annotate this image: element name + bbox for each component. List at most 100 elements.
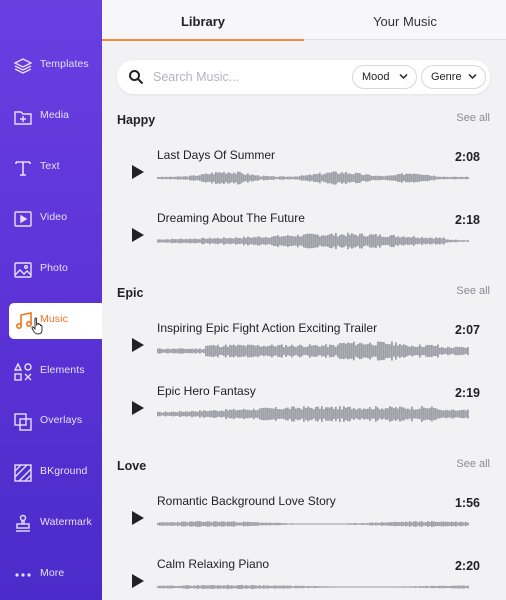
waveform-bar: [255, 410, 257, 418]
waveform-bar: [457, 522, 459, 526]
waveform-bar: [207, 411, 209, 417]
sidebar-item-more[interactable]: More: [0, 557, 102, 593]
waveform-bar: [457, 177, 459, 179]
waveform-bar: [253, 174, 255, 182]
track-item[interactable]: Last Days Of Summer 2:08: [102, 148, 506, 202]
overlays-icon: [14, 413, 32, 431]
track-item[interactable]: Inspiring Epic Fight Action Exciting Tra…: [102, 321, 506, 375]
waveform-bar: [451, 585, 453, 589]
waveform-bar: [173, 176, 175, 180]
waveform-bar: [239, 409, 241, 419]
sidebar-item-bkground[interactable]: BKground: [0, 455, 102, 491]
waveform-bar: [245, 522, 247, 526]
waveform-bar: [409, 586, 411, 588]
waveform-bar: [177, 239, 179, 243]
play-icon[interactable]: [131, 227, 145, 243]
sidebar-item-text[interactable]: Text: [0, 150, 102, 186]
waveform-bar: [379, 341, 381, 361]
waveform-bar: [289, 236, 291, 247]
waveform-bar: [441, 176, 443, 180]
waveform-bar: [205, 173, 207, 183]
waveform-bar: [233, 408, 235, 420]
waveform-bar: [303, 585, 305, 589]
waveform-bar: [343, 523, 345, 525]
waveform-bar: [171, 238, 173, 244]
sidebar-item-music[interactable]: Music: [9, 303, 102, 339]
waveform-bar: [327, 586, 329, 588]
waveform-bar: [369, 174, 371, 182]
sidebar-item-label: Photo: [40, 262, 68, 274]
sidebar-item-watermark[interactable]: Watermark: [0, 506, 102, 542]
genre-dropdown[interactable]: Genre: [421, 65, 486, 89]
waveform-bar: [425, 408, 427, 420]
waveform-bar: [181, 585, 183, 589]
waveform-bar: [265, 346, 267, 356]
waveform-bar: [309, 344, 311, 358]
waveform-bar: [321, 174, 323, 182]
sidebar-item-elements[interactable]: Elements: [0, 354, 102, 390]
waveform-bar: [403, 522, 405, 526]
play-icon[interactable]: [131, 573, 145, 589]
sidebar-item-photo[interactable]: Photo: [0, 252, 102, 288]
waveform-bar: [257, 522, 259, 526]
track-item[interactable]: Epic Hero Fantasy 2:19: [102, 384, 506, 438]
waveform-bar: [393, 345, 395, 357]
sidebar-item-templates[interactable]: Templates: [0, 48, 102, 84]
play-icon[interactable]: [131, 510, 145, 526]
play-icon[interactable]: [131, 400, 145, 416]
waveform-bar: [447, 585, 449, 589]
waveform-bar: [257, 175, 259, 181]
waveform-bar: [259, 176, 261, 180]
play-icon[interactable]: [131, 337, 145, 353]
waveform-bar: [293, 586, 295, 588]
sidebar-item-overlays[interactable]: Overlays: [0, 404, 102, 440]
track-item[interactable]: Romantic Background Love Story 1:56: [102, 494, 506, 548]
waveform-bar: [375, 234, 377, 248]
waveform-bar: [319, 523, 321, 525]
waveform-bar: [373, 234, 375, 248]
waveform-bar: [213, 585, 215, 589]
waveform: [157, 584, 469, 590]
photo-icon: [14, 262, 32, 278]
waveform-bar: [271, 344, 273, 358]
see-all-link[interactable]: See all: [456, 112, 490, 124]
waveform-bar: [385, 586, 387, 588]
waveform-bar: [465, 240, 467, 242]
waveform-bar: [313, 234, 315, 248]
mood-dropdown[interactable]: Mood: [352, 65, 417, 89]
waveform-bar: [411, 345, 413, 357]
waveform-bar: [413, 521, 415, 527]
waveform-bar: [465, 410, 467, 418]
waveform-bar: [311, 175, 313, 181]
sidebar-item-media[interactable]: Media: [0, 99, 102, 135]
waveform-bar: [341, 523, 343, 525]
waveform-bar: [271, 585, 273, 589]
waveform-bar: [163, 239, 165, 243]
play-icon[interactable]: [131, 164, 145, 180]
waveform-bar: [335, 346, 337, 356]
waveform-bar: [357, 172, 359, 184]
waveform-bar: [229, 409, 231, 419]
sidebar-item-label: BKground: [40, 465, 88, 477]
waveform-bar: [169, 239, 171, 243]
waveform-bar: [171, 585, 173, 589]
tab-your-music[interactable]: Your Music: [304, 0, 506, 40]
sidebar-item-video[interactable]: Video: [0, 201, 102, 237]
track-item[interactable]: Calm Relaxing Piano 2:20: [102, 557, 506, 600]
tab-library[interactable]: Library: [102, 0, 304, 41]
see-all-link[interactable]: See all: [456, 285, 490, 297]
waveform-bar: [381, 176, 383, 180]
waveform-bar: [345, 407, 347, 421]
search-input[interactable]: [153, 67, 338, 87]
video-icon: [14, 211, 32, 227]
track-duration: 2:19: [454, 386, 480, 400]
waveform-bar: [377, 236, 379, 246]
track-item[interactable]: Dreaming About The Future 2:18: [102, 211, 506, 265]
waveform-bar: [419, 408, 421, 420]
waveform-bar: [273, 236, 275, 246]
waveform-bar: [245, 409, 247, 419]
waveform-bar: [243, 585, 245, 589]
waveform-bar: [445, 409, 447, 419]
waveform-bar: [167, 177, 169, 179]
see-all-link[interactable]: See all: [456, 458, 490, 470]
